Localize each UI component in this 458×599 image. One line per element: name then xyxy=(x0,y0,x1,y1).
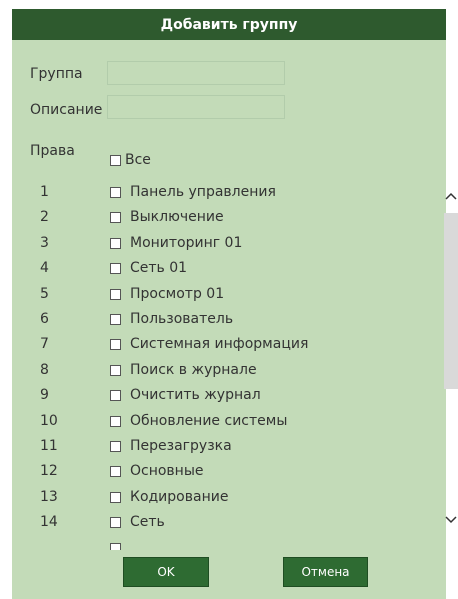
permission-label: Очистить журнал xyxy=(130,387,261,404)
permissions-scrollbar[interactable] xyxy=(442,181,458,550)
permission-row[interactable]: 8 Поиск в журнале xyxy=(12,359,442,384)
dialog-title: Добавить группу xyxy=(12,9,446,40)
permission-checkbox[interactable] xyxy=(110,517,121,529)
permission-label: Просмотр 01 xyxy=(130,285,225,302)
permission-label: Сеть xyxy=(130,514,165,531)
select-all-label: Все xyxy=(125,152,151,168)
group-label: Группа xyxy=(30,66,83,82)
permission-number: 10 xyxy=(40,412,58,429)
permission-label: Основные xyxy=(130,463,204,480)
scrollbar-thumb[interactable] xyxy=(444,213,458,389)
cancel-button[interactable]: Отмена xyxy=(283,557,368,587)
permission-label: Панель управления xyxy=(130,184,276,200)
permission-number: 3 xyxy=(40,234,49,251)
permission-row[interactable]: 4 Сеть 01 xyxy=(12,257,442,282)
permission-number: 4 xyxy=(40,260,49,277)
permission-checkbox[interactable] xyxy=(110,314,121,325)
permission-row[interactable]: 12 Основные xyxy=(12,460,442,485)
permission-row[interactable]: 6 Пользователь xyxy=(12,308,442,333)
permission-number: 12 xyxy=(40,463,58,480)
permission-number: 9 xyxy=(40,387,49,404)
permission-row[interactable]: 14 Сеть xyxy=(12,511,442,536)
permission-checkbox[interactable] xyxy=(110,212,121,224)
permission-checkbox[interactable] xyxy=(110,237,121,249)
permission-checkbox[interactable] xyxy=(110,441,121,452)
permission-checkbox[interactable] xyxy=(110,364,121,376)
permission-row[interactable]: 11 Перезагрузка xyxy=(12,435,442,460)
description-label: Описание xyxy=(30,102,103,118)
chevron-down-icon[interactable] xyxy=(442,509,458,531)
permission-label: Перезагрузка xyxy=(130,438,232,454)
description-input[interactable] xyxy=(107,95,285,119)
permission-row[interactable]: 7 Системная информация xyxy=(12,333,442,358)
select-all-option[interactable]: Все xyxy=(110,152,151,168)
group-input[interactable] xyxy=(107,61,285,85)
permission-label: Кодирование xyxy=(130,488,229,505)
permission-row[interactable]: 10 Обновление системы xyxy=(12,410,442,435)
permission-checkbox[interactable] xyxy=(110,491,121,503)
permission-number: 1 xyxy=(40,184,49,200)
permission-number: 11 xyxy=(40,438,58,454)
permission-checkbox[interactable] xyxy=(110,390,121,402)
permission-label: Системная информация xyxy=(130,336,309,353)
permission-number: 7 xyxy=(40,336,49,353)
ok-button[interactable]: OK xyxy=(123,557,209,587)
permission-number: 5 xyxy=(40,285,49,302)
chevron-up-icon[interactable] xyxy=(442,185,458,207)
permissions-list: 1 Панель управления 2 Выключение 3 Мониторинг… xyxy=(12,174,446,550)
permission-number: 8 xyxy=(40,361,49,378)
permission-number: 6 xyxy=(40,311,49,327)
permission-row[interactable]: 9 Очистить журнал xyxy=(12,384,442,409)
permission-label: Выключение xyxy=(130,209,224,226)
permission-label: Пользователь xyxy=(130,311,234,327)
permission-checkbox[interactable] xyxy=(110,339,121,351)
permission-number: 14 xyxy=(40,514,58,531)
permission-label: Сеть 01 xyxy=(130,260,188,277)
add-group-dialog: Добавить группу Группа Описание Права Вс… xyxy=(12,9,458,599)
permission-number: 2 xyxy=(40,209,49,226)
permission-checkbox[interactable] xyxy=(110,415,121,427)
select-all-checkbox[interactable] xyxy=(110,154,121,166)
permission-checkbox[interactable] xyxy=(110,466,121,478)
permission-row[interactable]: 5 Просмотр 01 xyxy=(12,283,442,308)
permission-label: Обновление системы xyxy=(130,412,288,429)
rights-label: Права xyxy=(30,143,75,159)
permission-checkbox[interactable] xyxy=(110,187,121,198)
permission-label: Мониторинг 01 xyxy=(130,234,243,251)
permission-checkbox[interactable] xyxy=(110,542,121,550)
permission-row[interactable]: 1 Панель управления xyxy=(12,181,442,206)
permission-checkbox[interactable] xyxy=(110,263,121,275)
permission-row[interactable]: 13 Кодирование xyxy=(12,486,442,511)
permission-row[interactable]: 2 Выключение xyxy=(12,206,442,231)
permission-label: Поиск в журнале xyxy=(130,361,257,378)
permission-row[interactable]: 3 Мониторинг 01 xyxy=(12,232,442,257)
permission-checkbox[interactable] xyxy=(110,288,121,300)
permission-number: 13 xyxy=(40,488,58,505)
